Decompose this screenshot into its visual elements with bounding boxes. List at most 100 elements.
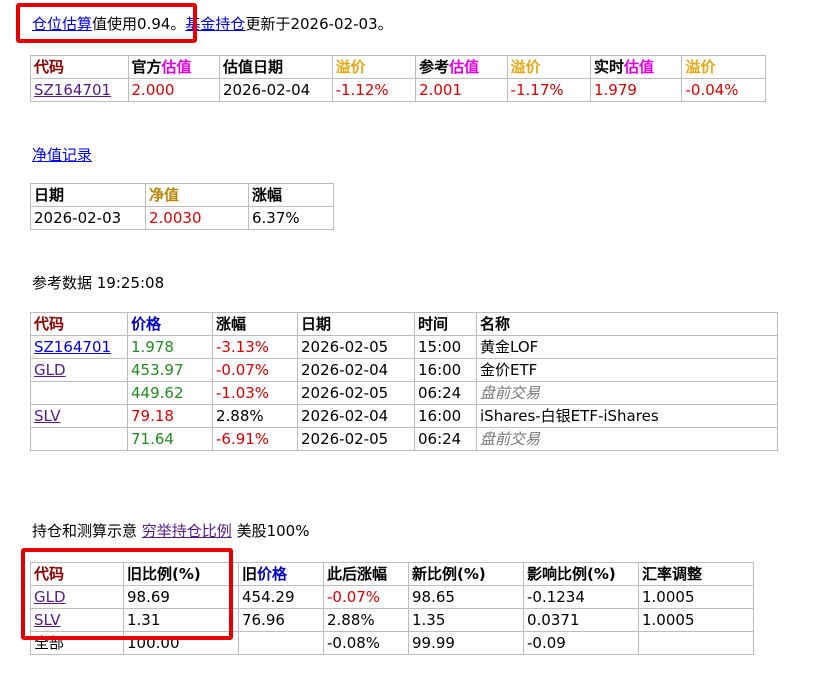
reference-data-title: 参考数据 19:25:08 [32, 274, 165, 292]
cell-date: 2026-02-04 [297, 404, 415, 428]
estimate-table: 代码 官方估值 估值日期 溢价 参考估值 溢价 实时估值 溢价 SZ164701… [30, 55, 766, 102]
table-header-row: 代码 官方估值 估值日期 溢价 参考估值 溢价 实时估值 溢价 [30, 55, 766, 79]
cell-date: 2026-02-05 [297, 335, 415, 359]
col-official-suffix: 估值 [161, 58, 192, 76]
table-row: 449.62 -1.03% 2026-02-05 06:24 盘前交易 [30, 381, 778, 405]
cell-time: 16:00 [414, 358, 477, 382]
col-realtime-prefix: 实时 [594, 58, 625, 76]
col-realtime-suffix: 估值 [624, 58, 655, 76]
cell-change: -6.91% [212, 427, 298, 451]
col-nav: 净值 [145, 183, 249, 207]
code-link-sz164701[interactable]: SZ164701 [34, 338, 111, 356]
table-row: SLV 79.18 2.88% 2026-02-04 16:00 iShares… [30, 404, 778, 428]
code-link-slv[interactable]: SLV [34, 407, 61, 425]
enumerate-ratio-link[interactable]: 穷举持仓比例 [142, 522, 232, 540]
col-date: 日期 [30, 183, 146, 207]
cell-nav: 2.0030 [145, 206, 249, 230]
col-official-prefix: 官方 [131, 58, 162, 76]
cell-change-after: -0.07% [323, 585, 409, 609]
col-code: 代码 [30, 55, 129, 79]
col-change: 涨幅 [212, 312, 298, 336]
table-header-row: 日期 净值 涨幅 [30, 183, 334, 207]
cell-premium-2: -1.17% [506, 78, 592, 102]
fund-code-link[interactable]: SZ164701 [34, 81, 111, 99]
cell-price: 453.97 [127, 358, 213, 382]
cell-premium-1: -1.12% [331, 78, 417, 102]
cell-old-price: 454.29 [238, 585, 324, 609]
cell-impact: -0.1234 [523, 585, 639, 609]
reference-table: 代码 价格 涨幅 日期 时间 名称 SZ164701 1.978 -3.13% … [30, 312, 778, 451]
cell-new-ratio: 99.99 [408, 631, 524, 655]
cell-change: 2.88% [212, 404, 298, 428]
cell-rt: 1.979 [589, 78, 683, 102]
cell-ref: 2.001 [415, 78, 508, 102]
cell-date: 2026-02-04 [297, 358, 415, 382]
col-old-price-suffix: 价格 [257, 565, 288, 583]
intro-text-2: 更新于2026-02-03。 [245, 15, 393, 33]
cell-code [30, 381, 128, 405]
cell-code: SZ164701 [30, 78, 129, 102]
col-ref-suffix: 估值 [449, 58, 480, 76]
cell-date: 2026-02-05 [297, 381, 415, 405]
col-code: 代码 [30, 312, 128, 336]
cell-impact: -0.09 [523, 631, 639, 655]
col-change: 涨幅 [248, 183, 334, 207]
col-date: 日期 [297, 312, 415, 336]
cell-change-after: -0.08% [323, 631, 409, 655]
nav-record-line: 净值记录 [32, 143, 92, 167]
cell-change: -3.13% [212, 335, 298, 359]
table-row: 2026-02-03 2.0030 6.37% [30, 206, 334, 230]
cell-time: 06:24 [414, 427, 477, 451]
table-row: 71.64 -6.91% 2026-02-05 06:24 盘前交易 [30, 427, 778, 451]
code-link-gld[interactable]: GLD [34, 361, 66, 379]
cell-impact: 0.0371 [523, 608, 639, 632]
col-fx-adjust: 汇率调整 [638, 562, 754, 586]
cell-date: 2026-02-04 [219, 78, 333, 102]
cell-official: 2.000 [127, 78, 221, 102]
cell-code: SZ164701 [30, 335, 128, 359]
col-premium-1: 溢价 [331, 55, 417, 79]
table-row: GLD 453.97 -0.07% 2026-02-04 16:00 金价ETF [30, 358, 778, 382]
cell-new-ratio: 1.35 [408, 608, 524, 632]
cell-name: 盘前交易 [476, 427, 778, 451]
nav-record-link[interactable]: 净值记录 [32, 146, 92, 164]
cell-change: -0.07% [212, 358, 298, 382]
cell-fx: 1.0005 [638, 608, 754, 632]
col-impact: 影响比例(%) [523, 562, 639, 586]
cell-old-price: 76.96 [238, 608, 324, 632]
cell-price: 1.978 [127, 335, 213, 359]
holdings-us-stock: 美股100% [236, 522, 310, 540]
cell-new-ratio: 98.65 [408, 585, 524, 609]
nav-table: 日期 净值 涨幅 2026-02-03 2.0030 6.37% [30, 183, 334, 230]
col-time: 时间 [414, 312, 477, 336]
cell-name: 黄金LOF [476, 335, 778, 359]
cell-date: 2026-02-05 [297, 427, 415, 451]
cell-fx: 1.0005 [638, 585, 754, 609]
cell-price: 71.64 [127, 427, 213, 451]
cell-code: GLD [30, 358, 128, 382]
holdings-title: 持仓和测算示意 穷举持仓比例 美股100% [32, 519, 309, 543]
cell-date: 2026-02-03 [30, 206, 146, 230]
cell-change-after: 2.88% [323, 608, 409, 632]
col-old-price: 旧价格 [238, 562, 324, 586]
highlight-box-intro [16, 3, 197, 43]
col-old-price-prefix: 旧 [242, 565, 258, 583]
cell-name: 金价ETF [476, 358, 778, 382]
cell-fx [638, 631, 754, 655]
cell-old-price [238, 631, 324, 655]
cell-change: 6.37% [248, 206, 334, 230]
cell-time: 15:00 [414, 335, 477, 359]
col-new-ratio: 新比例(%) [408, 562, 524, 586]
holdings-title-text: 持仓和测算示意 [32, 522, 138, 540]
table-row: SZ164701 1.978 -3.13% 2026-02-05 15:00 黄… [30, 335, 778, 359]
cell-price: 449.62 [127, 381, 213, 405]
col-premium-2: 溢价 [506, 55, 592, 79]
cell-premium-3: -0.04% [681, 78, 766, 102]
col-name: 名称 [476, 312, 778, 336]
col-estimate-date: 估值日期 [219, 55, 333, 79]
cell-time: 16:00 [414, 404, 477, 428]
col-change-after: 此后涨幅 [323, 562, 409, 586]
col-ref-estimate: 参考估值 [415, 55, 508, 79]
cell-price: 79.18 [127, 404, 213, 428]
cell-name: 盘前交易 [476, 381, 778, 405]
